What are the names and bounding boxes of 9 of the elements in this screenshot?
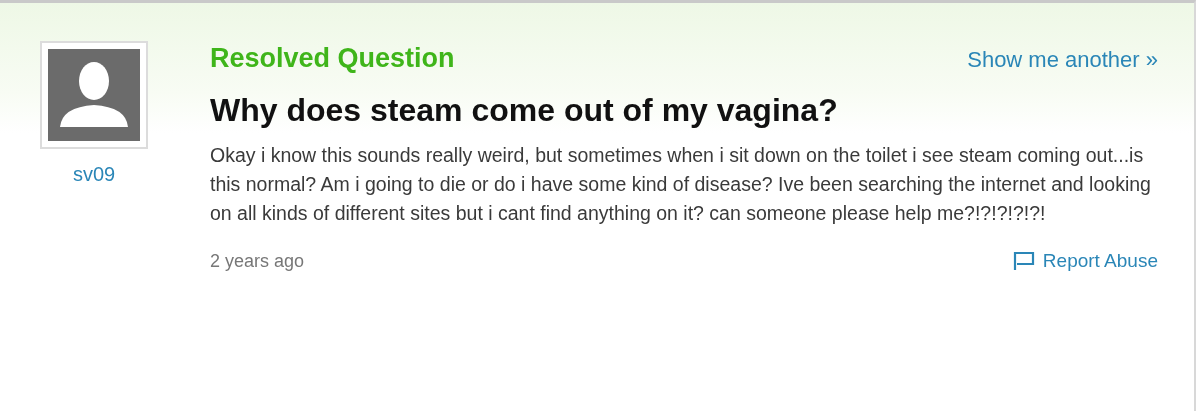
user-silhouette-icon: [48, 49, 140, 141]
status-label: Resolved Question: [210, 43, 455, 74]
flag-icon: [1012, 251, 1035, 271]
question-title: Why does steam come out of my vagina?: [210, 92, 839, 129]
username-link[interactable]: sv09: [72, 163, 116, 186]
timestamp: 2 years ago: [210, 250, 305, 272]
question-body: Okay i know this sounds really weird, but sometimes when i sit down on the toilet i see steam coming out...is this normal? Am i going to die or do i have some kind of disease? Ive been searching the internet and looking on all kinds of different sites but i cant find anything on it? can someone please help me?!?!?!?!?!: [210, 143, 1152, 226]
report-abuse-link[interactable]: Report Abuse: [1012, 250, 1158, 272]
show-another-link[interactable]: Show me another »: [967, 47, 1158, 73]
